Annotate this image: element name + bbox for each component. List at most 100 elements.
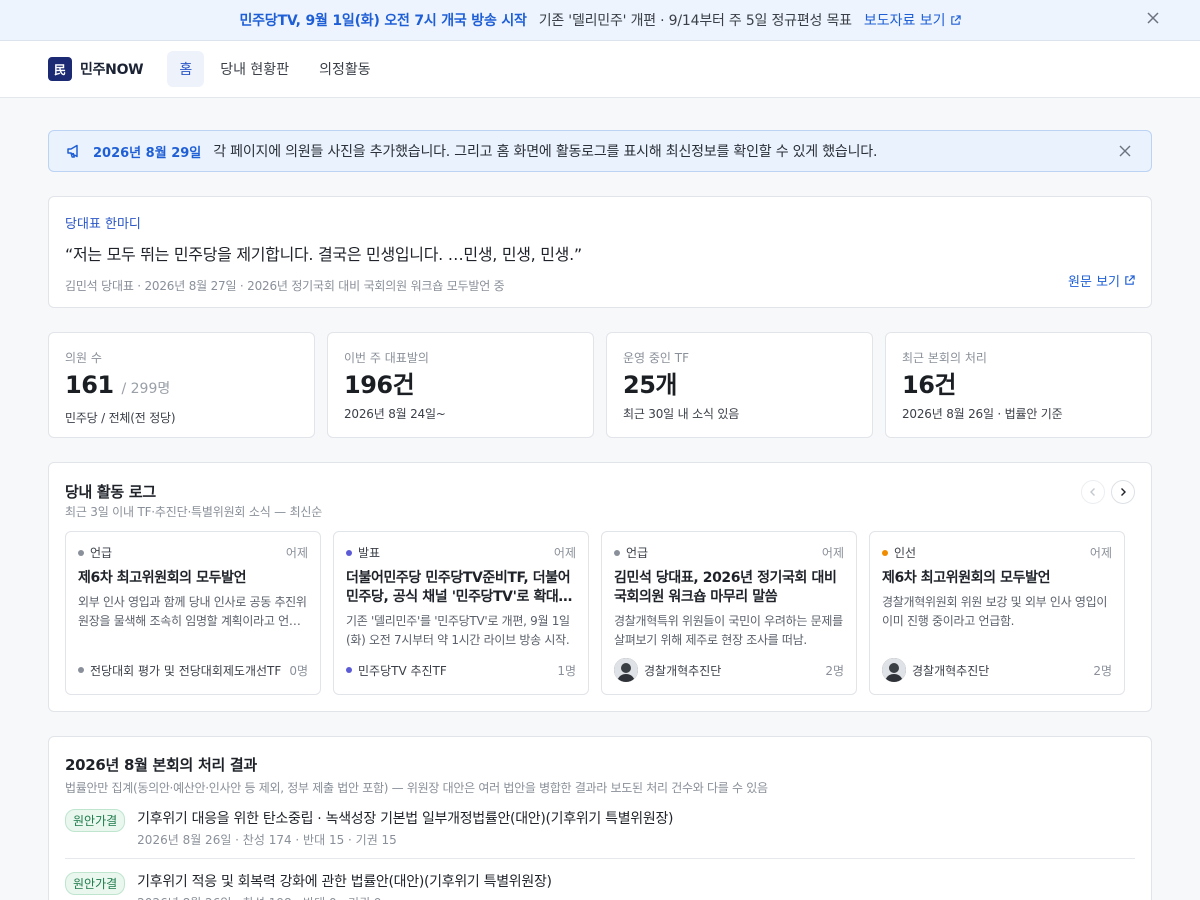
stat-value: 196건 xyxy=(344,371,415,399)
activity-unit: 민주당TV 추진TF xyxy=(358,663,447,678)
activity-title: 제6차 최고위원회의 모두발언 xyxy=(882,570,1051,586)
announcement-desc: 기존 '델리민주' 개편 · 9/14부터 주 5일 정규편성 목표 xyxy=(538,13,852,29)
result-row[interactable]: 원안가결 기후위기 대응을 위한 탄소중립 · 녹색성장 기본법 일부개정법률안… xyxy=(65,796,1135,859)
section-title: 2026년 8월 본회의 처리 결과 xyxy=(65,756,257,774)
tag-dot xyxy=(78,549,84,556)
activity-card-header: 언급 어제 xyxy=(78,544,308,561)
activity-body: 경찰개혁특위 위원들이 국민이 우려하는 문제를 살펴보기 위해 제주로 현장 … xyxy=(614,614,843,647)
stat-value: 16건 xyxy=(902,371,956,399)
tag-dot xyxy=(882,549,888,556)
activity-body: 외부 인사 영입과 함께 당내 인사로 공동 추진위원장을 물색해 조속히 임명… xyxy=(78,595,307,628)
activity-tag: 언급 xyxy=(78,544,112,561)
activity-time: 어제 xyxy=(1089,546,1112,560)
close-icon[interactable] xyxy=(1146,11,1160,25)
result-info: 기후위기 대응을 위한 탄소중립 · 녹색성장 기본법 일부개정법률안(대안)(… xyxy=(137,808,673,848)
stat-card-bills: 이번 주 대표발의 196건 2026년 8월 24일~ xyxy=(327,332,594,438)
stat-label: 최근 본회의 처리 xyxy=(902,351,987,365)
activity-card[interactable]: 발표 어제 더불어민주당 민주당TV준비TF, 더불어민주당, 공식 채널 '민… xyxy=(333,531,589,695)
carousel-prev-button[interactable] xyxy=(1081,480,1105,504)
view-original-label: 원문 보기 xyxy=(1068,275,1120,290)
activity-unit: 경찰개혁추진단 xyxy=(644,663,722,678)
press-release-link-label: 보도자료 보기 xyxy=(863,13,946,29)
activity-time: 어제 xyxy=(285,546,308,560)
quote-label: 당대표 한마디 xyxy=(65,217,141,232)
external-link-icon xyxy=(950,14,961,25)
logo-mark: 民 xyxy=(48,57,72,81)
nav-tab-home[interactable]: 홈 xyxy=(167,51,205,87)
result-row[interactable]: 원안가결 기후위기 적응 및 회복력 강화에 관한 법률안(대안)(기후위기 특… xyxy=(65,859,1135,900)
activity-time: 어제 xyxy=(553,546,576,560)
stat-label: 의원 수 xyxy=(65,351,102,365)
vote-meta: 2026년 8월 26일 · 찬성 198 · 반대 0 · 기권 9 xyxy=(137,894,552,900)
activity-tag: 인선 xyxy=(882,544,916,561)
result-info: 기후위기 적응 및 회복력 강화에 관한 법률안(대안)(기후위기 특별위원장)… xyxy=(137,871,552,900)
quote-text: “저는 모두 뛰는 민주당을 제기합니다. 결국은 민생입니다. …민생, 민생… xyxy=(65,245,582,264)
external-link-icon xyxy=(1125,275,1135,285)
stat-desc: 2026년 8월 26일 · 법률안 기준 xyxy=(902,407,1063,421)
stat-desc: 2026년 8월 24일~ xyxy=(344,407,446,421)
section-title: 당내 활동 로그 xyxy=(65,483,156,501)
notice-date: 2026년 8월 29일 xyxy=(93,145,202,161)
member-avatar xyxy=(614,658,638,682)
activity-tag-label: 인선 xyxy=(894,546,917,560)
activity-card[interactable]: 인선 어제 제6차 최고위원회의 모두발언 경찰개혁위원회 위원 보강 및 외부… xyxy=(869,531,1125,695)
activity-unit: 전당대회 평가 및 전당대회제도개선TF xyxy=(90,663,282,678)
member-count: 0명 xyxy=(289,663,308,678)
activity-title: 김민석 당대표, 2026년 정기국회 대비 국회의원 워크숍 마무리 말씀 xyxy=(614,570,837,605)
logo[interactable]: 民 민주NOW xyxy=(48,57,144,81)
stat-desc: 민주당 / 전체(전 정당) xyxy=(65,411,176,425)
stat-value: 161 / 299명 xyxy=(65,369,298,405)
stat-value-main: 161 xyxy=(65,371,114,399)
activity-footer: 경찰개혁추진단 2명 xyxy=(882,658,1112,682)
member-count: 1명 xyxy=(557,663,576,678)
member-count: 2명 xyxy=(1093,663,1112,678)
chevron-left-icon xyxy=(1090,488,1095,496)
tag-dot xyxy=(346,549,352,556)
nav-tab-dashboard[interactable]: 당내 현황판 xyxy=(206,51,303,87)
activity-log-section: 당내 활동 로그 최근 3일 이내 TF·추진단·특별위원회 소식 — 최신순 … xyxy=(48,462,1152,712)
stat-value: 25개 xyxy=(623,371,677,399)
activity-card-header: 발표 어제 xyxy=(346,544,576,561)
activity-card[interactable]: 언급 어제 김민석 당대표, 2026년 정기국회 대비 국회의원 워크숍 마무… xyxy=(601,531,857,695)
view-original-link[interactable]: 원문 보기 xyxy=(1068,271,1135,290)
activity-tag: 발표 xyxy=(346,544,380,561)
activity-body: 기존 '델리민주'를 '민주당TV'로 개편, 9월 1일(화) 오전 7시부터… xyxy=(346,614,570,647)
logo-text: 민주NOW xyxy=(80,62,144,78)
announcement-title: 민주당TV, 9월 1일(화) 오전 7시 개국 방송 시작 xyxy=(239,13,527,29)
main-nav: 民 민주NOW 홈 당내 현황판 의정활동 xyxy=(0,41,1200,98)
activity-tag-label: 발표 xyxy=(358,546,381,560)
member-count: 2명 xyxy=(825,663,844,678)
stat-label: 운영 중인 TF xyxy=(623,351,690,365)
plenary-results-section: 2026년 8월 본회의 처리 결과 법률안만 집계(동의안·예산안·인사안 등… xyxy=(48,736,1152,900)
section-desc: 최근 3일 이내 TF·추진단·특별위원회 소식 — 최신순 xyxy=(65,505,323,519)
stat-card-tf: 운영 중인 TF 25개 최근 30일 내 소식 있음 xyxy=(606,332,873,438)
result-status-badge: 원안가결 xyxy=(65,872,126,895)
carousel-next-button[interactable] xyxy=(1111,480,1135,504)
close-icon[interactable] xyxy=(1119,145,1131,157)
vote-meta: 2026년 8월 26일 · 찬성 174 · 반대 15 · 기권 15 xyxy=(137,833,397,847)
activity-title: 더불어민주당 민주당TV준비TF, 더불어민주당, 공식 채널 '민주당TV'로… xyxy=(346,570,576,605)
activity-card-header: 언급 어제 xyxy=(614,544,844,561)
press-release-link[interactable]: 보도자료 보기 xyxy=(864,10,961,30)
unit-dot xyxy=(346,667,352,673)
stat-card-members: 의원 수 161 / 299명 민주당 / 전체(전 정당) xyxy=(48,332,315,438)
leader-quote-card: 당대표 한마디 “저는 모두 뛰는 민주당을 제기합니다. 결국은 민생입니다.… xyxy=(48,196,1152,308)
notice-text: 각 페이지에 의원들 사진을 추가했습니다. 그리고 홈 화면에 활동로그를 표… xyxy=(213,144,878,160)
result-status-badge: 원안가결 xyxy=(65,809,126,832)
unit-dot xyxy=(78,667,84,673)
member-avatar xyxy=(882,658,906,682)
update-notice: 2026년 8월 29일 각 페이지에 의원들 사진을 추가했습니다. 그리고 … xyxy=(48,130,1152,172)
activity-footer: 전당대회 평가 및 전당대회제도개선TF 0명 xyxy=(78,658,308,682)
activity-footer: 경찰개혁추진단 2명 xyxy=(614,658,844,682)
stat-card-plenary: 최근 본회의 처리 16건 2026년 8월 26일 · 법률안 기준 xyxy=(885,332,1152,438)
megaphone-icon xyxy=(67,144,78,158)
nav-tab-legislation[interactable]: 의정활동 xyxy=(305,51,385,87)
activity-time: 어제 xyxy=(821,546,844,560)
bill-name: 기후위기 적응 및 회복력 강화에 관한 법률안(대안)(기후위기 특별위원장) xyxy=(137,874,552,890)
activity-tag-label: 언급 xyxy=(626,546,649,560)
stat-value-sub: / 299명 xyxy=(121,381,171,397)
activity-tag-label: 언급 xyxy=(90,546,113,560)
tag-dot xyxy=(614,549,620,556)
quote-meta: 김민석 당대표 · 2026년 8월 27일 · 2026년 정기국회 대비 국… xyxy=(65,279,505,293)
activity-card[interactable]: 언급 어제 제6차 최고위원회의 모두발언 외부 인사 영입과 함께 당내 인사… xyxy=(65,531,321,695)
